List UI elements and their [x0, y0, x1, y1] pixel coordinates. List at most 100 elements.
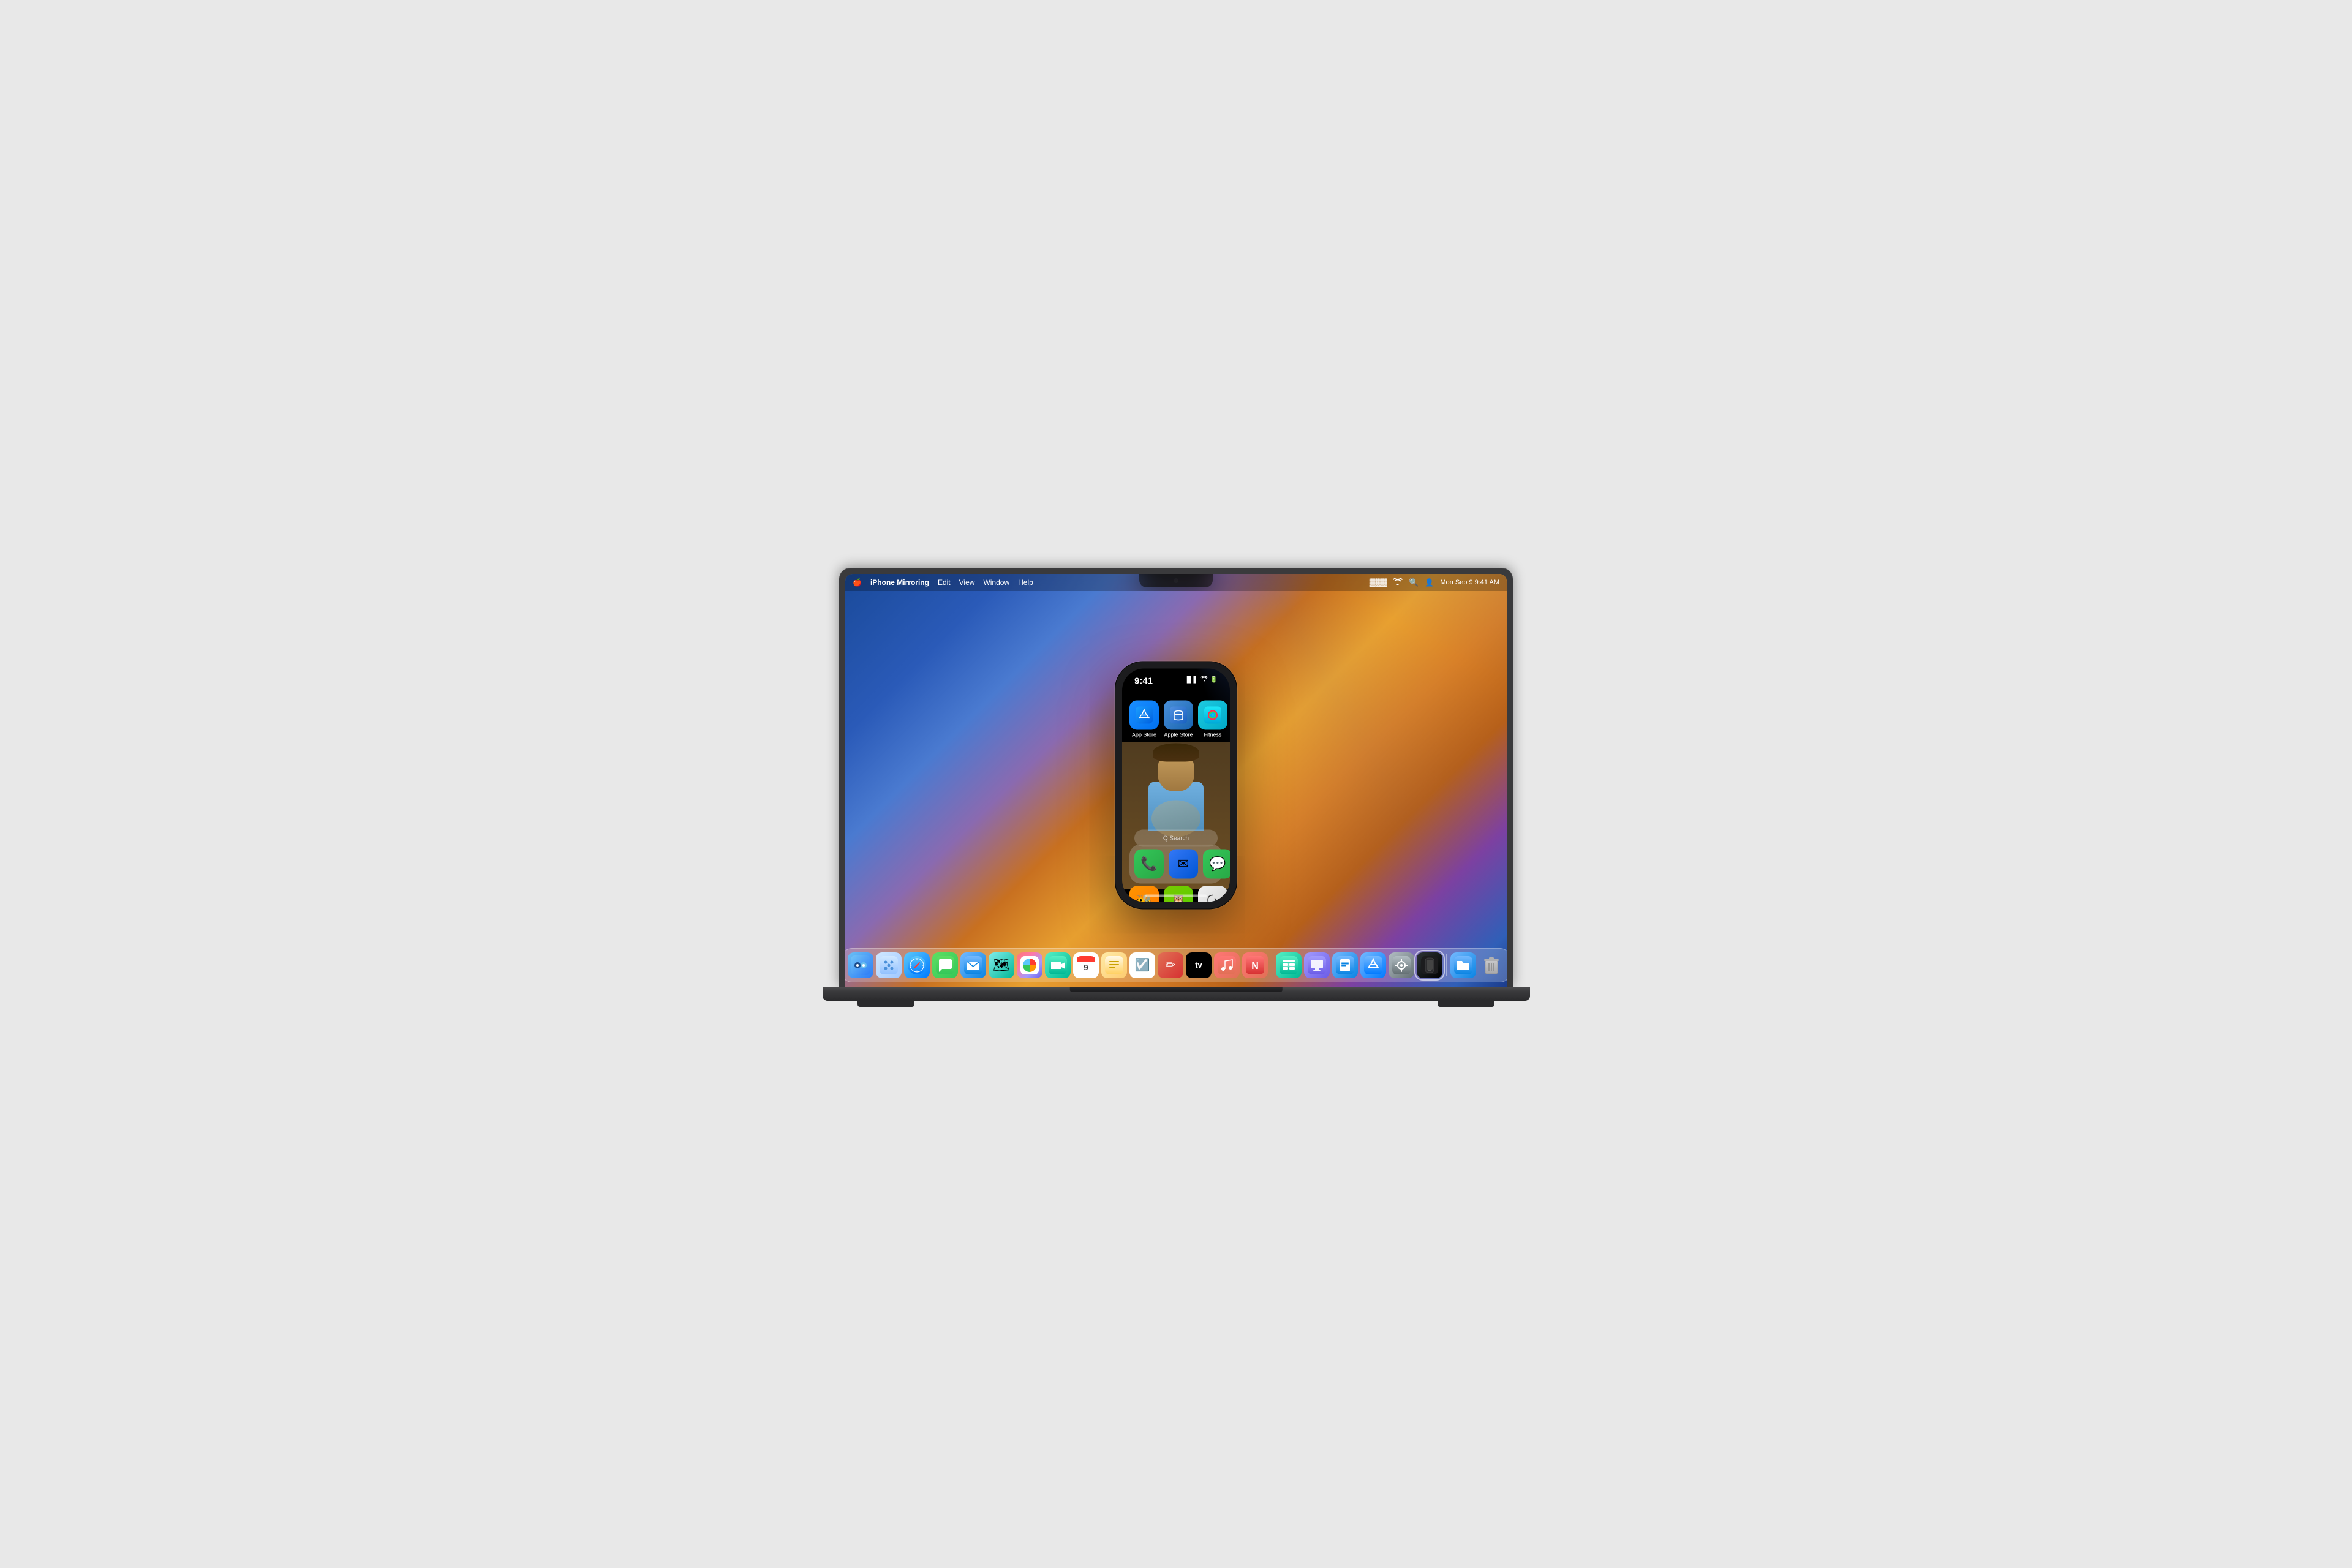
svg-text:N: N: [1251, 961, 1259, 971]
scene: 🍎 iPhone Mirroring Edit View Window Help…: [839, 568, 1513, 1001]
music-dock-icon: [1218, 956, 1236, 974]
fitness-icon: [1198, 700, 1227, 729]
trash-icon: [1483, 956, 1500, 975]
dock-calendar[interactable]: 9: [1073, 952, 1099, 978]
iphone-mirror-window: 9:41 ▐▌▌: [1115, 661, 1237, 909]
wifi-icon[interactable]: [1393, 578, 1403, 587]
appstore-dock-icon: [1364, 956, 1382, 974]
threads-icon: [1198, 886, 1227, 902]
signal-icon: ▐▌▌: [1185, 676, 1197, 683]
screen-bezel: 🍎 iPhone Mirroring Edit View Window Help…: [845, 574, 1507, 987]
dock-system-prefs[interactable]: [1389, 952, 1414, 978]
macbook-foot-right: [1438, 1000, 1494, 1007]
duolingo-icon: 🦉: [1164, 886, 1193, 902]
dock-freeform[interactable]: ✏: [1158, 952, 1183, 978]
help-menu[interactable]: Help: [1018, 578, 1033, 587]
appletv-dock-icon: tv: [1195, 960, 1202, 970]
iphone-dock-phone[interactable]: 📞: [1134, 850, 1164, 879]
iphone-wallpaper: 9:41 ▐▌▌: [1122, 668, 1230, 902]
dock-keynote[interactable]: [1304, 952, 1330, 978]
reminders-icon: ☑️: [1135, 957, 1150, 973]
dock-notes[interactable]: [1101, 952, 1127, 978]
dock-music[interactable]: [1214, 952, 1240, 978]
iphone-battery-icon: 🔋: [1210, 676, 1218, 683]
view-menu[interactable]: View: [959, 578, 975, 587]
iphone-dock-messages[interactable]: 💬: [1203, 850, 1230, 879]
iphone-search-text: Q Search: [1163, 835, 1189, 842]
safari-icon: [908, 956, 926, 974]
iphone-dock: 📞 ✉ 💬: [1129, 845, 1223, 884]
facetime-icon: [1049, 956, 1067, 974]
search-icon[interactable]: 🔍: [1409, 578, 1419, 587]
dock-launchpad[interactable]: [876, 952, 902, 978]
iphone-device[interactable]: 9:41 ▐▌▌: [1115, 661, 1237, 909]
macos-dock: 🗺: [845, 948, 1507, 982]
edit-menu[interactable]: Edit: [938, 578, 951, 587]
datetime-display: Mon Sep 9 9:41 AM: [1440, 579, 1499, 586]
applestore-icon: [1164, 700, 1193, 729]
numbers-icon: [1280, 956, 1298, 974]
apple-menu[interactable]: 🍎: [853, 578, 862, 587]
iphone-status-bar: 9:41 ▐▌▌: [1122, 668, 1230, 699]
window-menu[interactable]: Window: [983, 578, 1009, 587]
iphone-time: 9:41: [1134, 676, 1153, 686]
iphone-screen: 9:41 ▐▌▌: [1122, 668, 1230, 902]
iphone-app-applestore[interactable]: Apple Store: [1164, 700, 1193, 737]
dock-finder[interactable]: [848, 952, 873, 978]
appstore-label: App Store: [1132, 731, 1156, 737]
macbook-hinge: [1070, 987, 1283, 992]
iphone-app-threads[interactable]: Threads: [1198, 886, 1227, 902]
launchpad-icon: [880, 956, 898, 974]
iphone-dock-mail[interactable]: ✉: [1169, 850, 1198, 879]
iphone-wifi-icon: [1200, 676, 1208, 683]
dock-facetime[interactable]: [1045, 952, 1071, 978]
macbook-lid: 🍎 iPhone Mirroring Edit View Window Help…: [839, 568, 1513, 987]
menu-bar-right: ▓▓▓ 🔍: [1370, 578, 1499, 587]
iphone-app-appstore[interactable]: App Store: [1129, 700, 1159, 737]
phone-icon: 📞: [1134, 850, 1164, 879]
keynote-icon: [1308, 956, 1326, 974]
iphone-app-bumble[interactable]: 🐝 Bumble: [1129, 886, 1159, 902]
mail-icon: ✉: [1169, 850, 1198, 879]
dock-divider-2: [1446, 954, 1447, 976]
dock-appstore[interactable]: [1360, 952, 1386, 978]
dock-messages[interactable]: [932, 952, 958, 978]
dock-mail[interactable]: [960, 952, 986, 978]
iphone-app-fitness[interactable]: Fitness: [1198, 700, 1227, 737]
dock-appletv[interactable]: tv: [1186, 952, 1212, 978]
iphone-mid-apps: 🐝 Bumble 🦉 Duolingo: [1129, 886, 1223, 902]
pages-dock-icon: [1336, 956, 1354, 974]
iphone-status-icons: ▐▌▌: [1185, 676, 1218, 683]
news-icon: N: [1246, 956, 1264, 974]
notes-icon: [1105, 956, 1123, 974]
person-head: [1158, 748, 1194, 791]
mail-dock-icon: [964, 956, 982, 974]
appstore-icon: [1129, 700, 1159, 729]
dock-safari[interactable]: [904, 952, 930, 978]
dock-news[interactable]: N: [1242, 952, 1268, 978]
dock-numbers[interactable]: [1276, 952, 1302, 978]
menu-bar: 🍎 iPhone Mirroring Edit View Window Help…: [845, 574, 1507, 591]
macos-desktop: 🍎 iPhone Mirroring Edit View Window Help…: [845, 574, 1507, 987]
user-icon[interactable]: 👤: [1425, 578, 1434, 587]
dock-iphone-mirror[interactable]: [1417, 952, 1442, 978]
files-icon: [1454, 956, 1472, 974]
freeform-icon: ✏: [1166, 957, 1176, 973]
imessages-icon: 💬: [1203, 850, 1230, 879]
person-hair: [1153, 743, 1199, 761]
app-name-menu[interactable]: iPhone Mirroring: [870, 578, 929, 587]
applestore-label: Apple Store: [1164, 731, 1193, 737]
maps-icon: 🗺: [993, 957, 1010, 973]
dock-files[interactable]: [1450, 952, 1476, 978]
dock-maps[interactable]: 🗺: [989, 952, 1014, 978]
dock-trash[interactable]: [1479, 952, 1504, 978]
battery-icon[interactable]: ▓▓▓: [1370, 578, 1387, 587]
dock-photos[interactable]: [1017, 952, 1042, 978]
dock-pages[interactable]: [1332, 952, 1358, 978]
iphone-mirror-icon: [1421, 956, 1438, 974]
iphone-app-duolingo[interactable]: 🦉 Duolingo: [1164, 886, 1193, 902]
macbook-foot-left: [858, 1000, 914, 1007]
svg-text:9: 9: [1084, 963, 1088, 972]
dock-reminders[interactable]: ☑️: [1129, 952, 1155, 978]
menu-bar-left: 🍎 iPhone Mirroring Edit View Window Help: [853, 578, 1370, 587]
